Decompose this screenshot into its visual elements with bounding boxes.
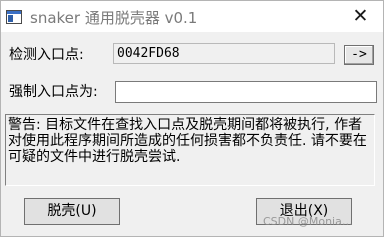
app-icon: [6, 10, 22, 24]
unpacker-window: snaker 通用脱壳器 v0.1 ✕ 检测入口点: 0042FD68 -> 强…: [0, 0, 384, 237]
force-entry-input[interactable]: [115, 81, 377, 103]
force-entry-label: 强制入口点为:: [9, 84, 98, 100]
window-title: snaker 通用脱壳器 v0.1: [30, 9, 198, 27]
close-button[interactable]: ✕: [338, 1, 383, 32]
watermark: CSDN @Monia…: [263, 215, 353, 228]
use-entry-point-button[interactable]: ->: [344, 45, 374, 65]
detect-entry-label: 检测入口点:: [9, 47, 84, 63]
unpack-button[interactable]: 脱壳(U): [24, 198, 120, 225]
title-bar[interactable]: snaker 通用脱壳器 v0.1 ✕: [1, 1, 383, 32]
warning-text: 警告: 目标文件在查找入口点及脱壳期间都将被执行, 作者对使用此程序期间所造成的…: [5, 114, 375, 186]
detected-entry-point-field: 0042FD68: [113, 43, 335, 64]
